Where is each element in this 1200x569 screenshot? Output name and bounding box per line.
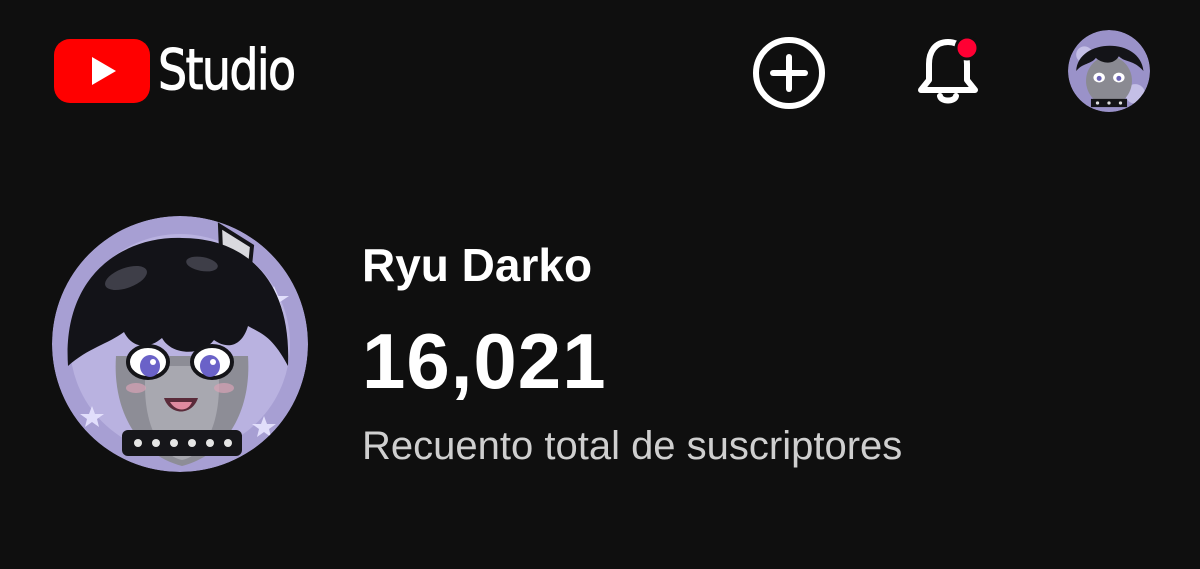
subscriber-count: 16,021 — [362, 317, 607, 405]
top-bar: Studio — [0, 0, 1200, 140]
channel-summary: Ryu Darko 16,021 Recuento total de suscr… — [52, 216, 1152, 476]
channel-avatar[interactable] — [52, 216, 308, 472]
bell-icon — [918, 35, 980, 104]
channel-name: Ryu Darko — [362, 239, 593, 291]
youtube-play-icon — [54, 39, 150, 103]
studio-app: Studio Ryu Darko 16,021 Recuento total d… — [0, 0, 1200, 569]
account-avatar[interactable] — [1068, 30, 1150, 112]
notifications-button[interactable] — [908, 30, 988, 110]
create-button[interactable] — [749, 33, 829, 113]
notification-badge — [954, 35, 980, 61]
avatar — [1068, 30, 1150, 112]
subscriber-count-label: Recuento total de suscriptores — [362, 424, 903, 468]
avatar — [52, 216, 308, 472]
studio-logo[interactable]: Studio — [54, 38, 324, 104]
app-name: Studio — [158, 38, 297, 103]
channel-info: Ryu Darko 16,021 Recuento total de suscr… — [362, 230, 902, 466]
add-circle-icon — [753, 37, 825, 109]
